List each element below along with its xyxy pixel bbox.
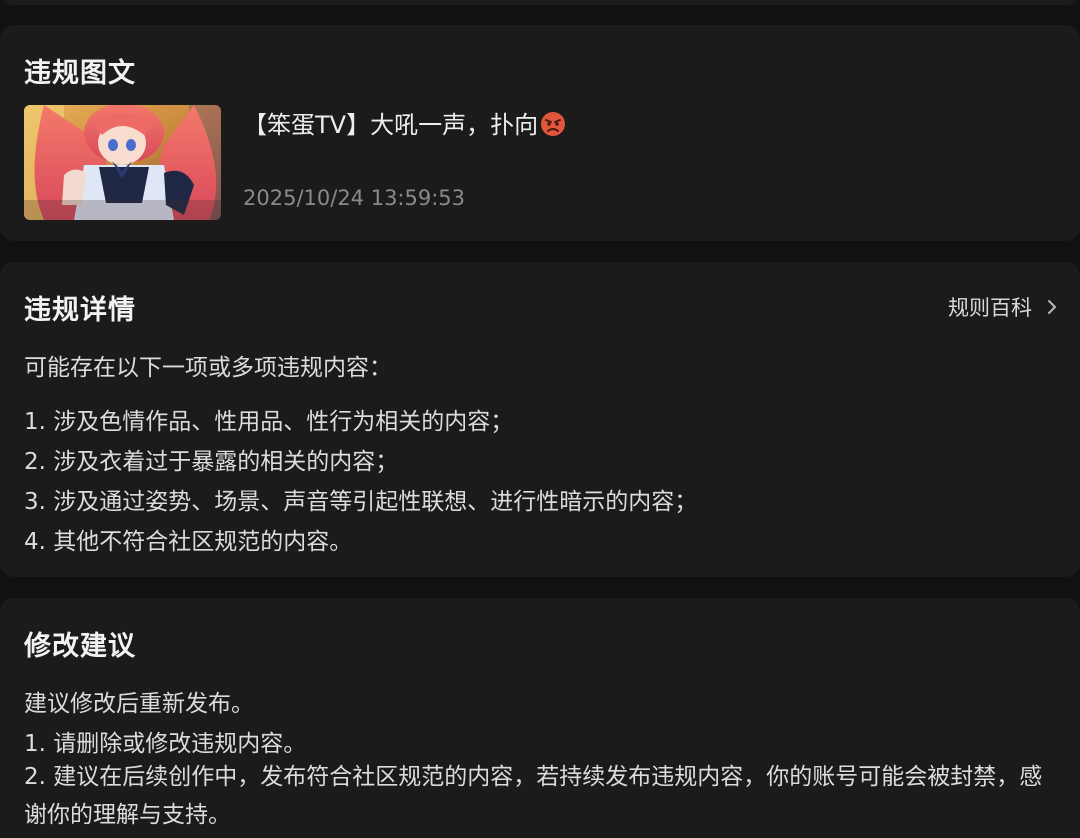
violation-details-title: 违规详情 bbox=[24, 295, 136, 326]
suggestions-title: 修改建议 bbox=[24, 631, 136, 662]
suggestion-item: 1. 请删除或修改违规内容。 bbox=[24, 731, 307, 757]
suggestion-item: 2. 建议在后续创作中，发布符合社区规范的内容，若持续发布违规内容，你的账号可能… bbox=[24, 764, 1043, 828]
chevron-right-icon bbox=[1048, 300, 1056, 314]
violation-item: 2. 涉及衣着过于暴露的相关的内容； bbox=[24, 449, 399, 475]
violation-post-card: 违规图文 【笨蛋TV】大吼一声，扑向 2025/10/24 13:59:53 bbox=[0, 25, 1080, 241]
violation-post-title: 违规图文 bbox=[24, 58, 136, 89]
post-title-text: 【笨蛋TV】大吼一声，扑向 bbox=[243, 111, 539, 139]
previous-card-edge bbox=[0, 0, 1080, 5]
rules-wiki-label: 规则百科 bbox=[948, 296, 1032, 320]
post-thumbnail[interactable] bbox=[24, 105, 221, 220]
violation-item: 4. 其他不符合社区规范的内容。 bbox=[24, 529, 353, 555]
modification-suggestions-card: 修改建议 建议修改后重新发布。 1. 请删除或修改违规内容。 2. 建议在后续创… bbox=[0, 598, 1080, 838]
violation-item: 1. 涉及色情作品、性用品、性行为相关的内容； bbox=[24, 409, 514, 435]
angry-face-icon bbox=[540, 111, 566, 137]
post-title[interactable]: 【笨蛋TV】大吼一声，扑向 bbox=[243, 105, 566, 140]
post-timestamp: 2025/10/24 13:59:53 bbox=[243, 186, 466, 210]
anime-illustration-image bbox=[24, 105, 221, 220]
suggestions-intro: 建议修改后重新发布。 bbox=[24, 691, 254, 717]
violation-details-card: 违规详情 规则百科 可能存在以下一项或多项违规内容： 1. 涉及色情作品、性用品… bbox=[0, 262, 1080, 577]
page: 违规图文 【笨蛋TV】大吼一声，扑向 2025/10/24 13:59:53 违… bbox=[0, 0, 1080, 838]
violation-details-intro: 可能存在以下一项或多项违规内容： bbox=[24, 355, 392, 381]
rules-wiki-link[interactable]: 规则百科 bbox=[948, 292, 1058, 322]
violation-item: 3. 涉及通过姿势、场景、声音等引起性联想、进行性暗示的内容； bbox=[24, 489, 698, 515]
